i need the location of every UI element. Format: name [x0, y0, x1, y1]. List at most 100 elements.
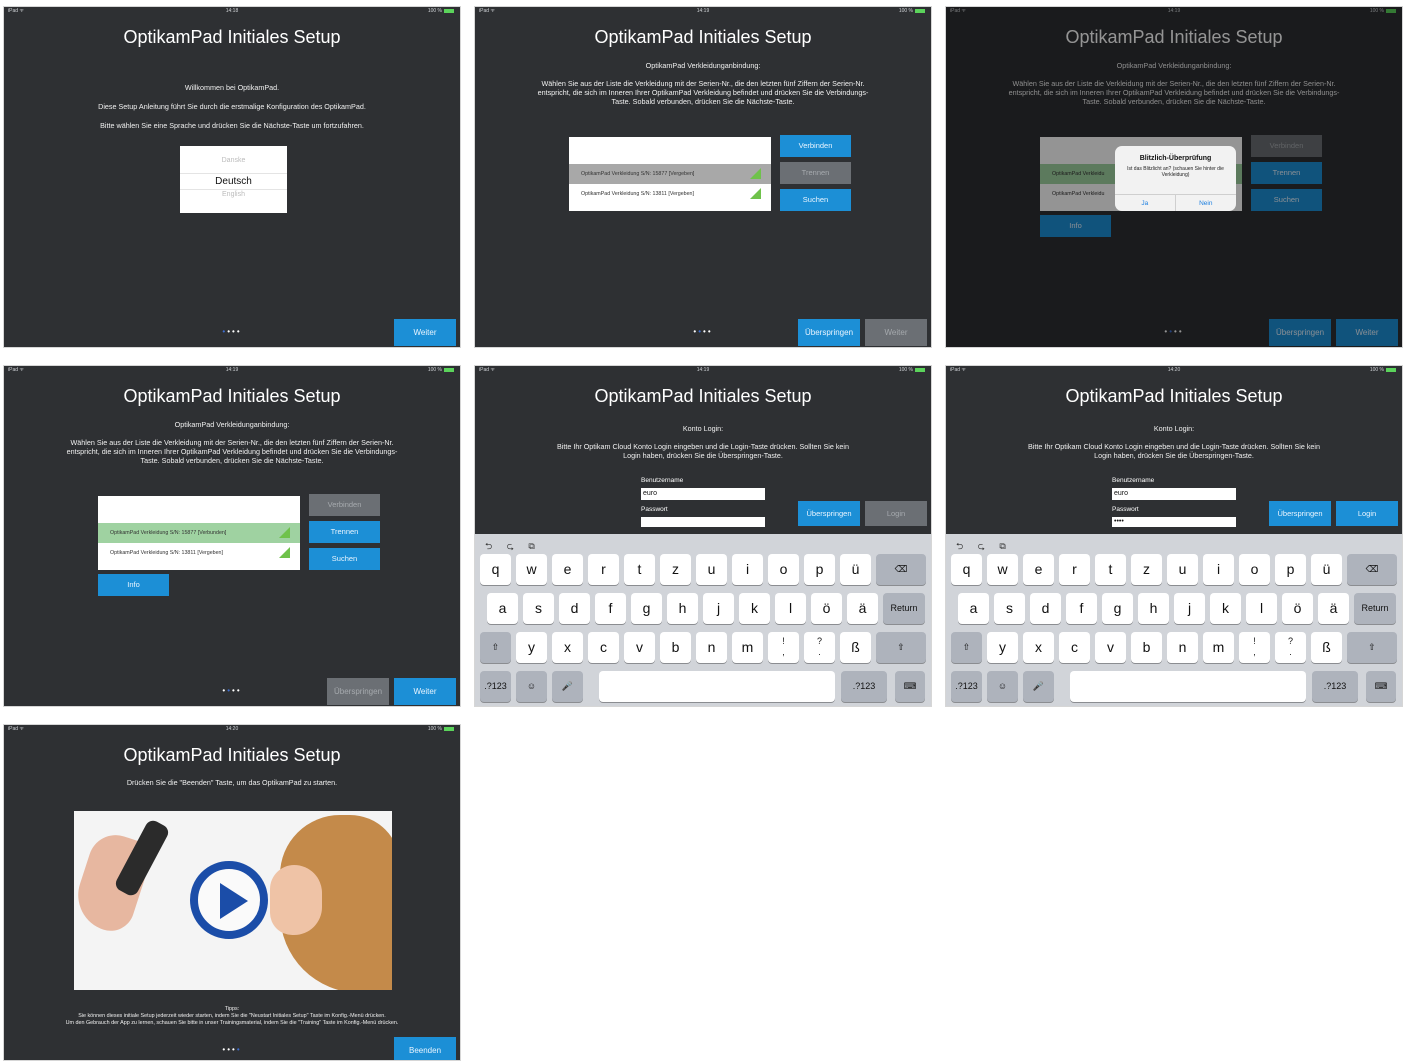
password-field[interactable]: [641, 517, 765, 527]
backspace-key[interactable]: ⌫: [876, 554, 926, 585]
language-option[interactable]: Danske: [180, 157, 287, 164]
login-button[interactable]: Login: [1336, 501, 1398, 526]
key-s[interactable]: s: [994, 593, 1025, 624]
next-button[interactable]: Weiter: [865, 319, 927, 346]
key-ü[interactable]: ü: [840, 554, 871, 585]
key-row3-4[interactable]: b: [660, 632, 691, 663]
key-u[interactable]: u: [696, 554, 727, 585]
connect-button[interactable]: Verbinden: [780, 135, 851, 157]
play-triangle-icon[interactable]: [220, 883, 248, 919]
casing-list[interactable]: OptikamPad Verkleidung S/N: 15877 [Verge…: [569, 137, 771, 211]
return-key[interactable]: Return: [883, 593, 925, 624]
login-button[interactable]: Login: [865, 501, 927, 526]
key-row3-8[interactable]: ? .: [1275, 632, 1306, 663]
key-a[interactable]: a: [958, 593, 989, 624]
numbers-key-left[interactable]: .?123: [480, 671, 511, 702]
language-option-selected[interactable]: Deutsch: [180, 173, 287, 190]
key-row3-0[interactable]: y: [987, 632, 1018, 663]
key-row3-8[interactable]: ? .: [804, 632, 835, 663]
key-t[interactable]: t: [624, 554, 655, 585]
search-button[interactable]: Suchen: [780, 189, 851, 211]
key-u[interactable]: u: [1167, 554, 1198, 585]
key-row3-0[interactable]: y: [516, 632, 547, 663]
key-l[interactable]: l: [775, 593, 806, 624]
space-bar[interactable]: [599, 671, 835, 702]
key-row3-7[interactable]: ! ,: [768, 632, 799, 663]
skip-button[interactable]: Überspringen: [1269, 501, 1331, 526]
key-o[interactable]: o: [1239, 554, 1270, 585]
key-d[interactable]: d: [1030, 593, 1061, 624]
undo-redo-paste-icons[interactable]: ⮌ ⮎ ⧉: [956, 539, 1012, 555]
shift-key-left[interactable]: ⇧: [480, 632, 511, 663]
key-j[interactable]: j: [703, 593, 734, 624]
key-f[interactable]: f: [1066, 593, 1097, 624]
key-row3-2[interactable]: c: [588, 632, 619, 663]
info-button[interactable]: Info: [98, 574, 169, 596]
key-l[interactable]: l: [1246, 593, 1277, 624]
casing-list[interactable]: OptikamPad Verkleidung S/N: 15877 [Verbu…: [98, 496, 300, 570]
key-ä[interactable]: ä: [1318, 593, 1349, 624]
key-row3-1[interactable]: x: [552, 632, 583, 663]
key-d[interactable]: d: [559, 593, 590, 624]
numbers-key-right[interactable]: .?123: [1312, 671, 1358, 702]
key-t[interactable]: t: [1095, 554, 1126, 585]
key-e[interactable]: e: [552, 554, 583, 585]
key-row3-5[interactable]: n: [1167, 632, 1198, 663]
key-e[interactable]: e: [1023, 554, 1054, 585]
key-q[interactable]: q: [951, 554, 982, 585]
username-field[interactable]: euro: [641, 488, 765, 500]
list-item[interactable]: OptikamPad Verkleidung S/N: 13811 [Verge…: [98, 543, 300, 563]
key-row3-3[interactable]: v: [1095, 632, 1126, 663]
next-button[interactable]: Weiter: [394, 678, 456, 705]
hide-keyboard-key[interactable]: ⌨: [895, 671, 925, 702]
key-j[interactable]: j: [1174, 593, 1205, 624]
key-ö[interactable]: ö: [811, 593, 842, 624]
key-row3-4[interactable]: b: [1131, 632, 1162, 663]
list-item[interactable]: OptikamPad Verkleidung S/N: 15877 [Verge…: [569, 164, 771, 184]
training-video[interactable]: [74, 811, 392, 990]
key-i[interactable]: i: [732, 554, 763, 585]
key-ä[interactable]: ä: [847, 593, 878, 624]
key-row3-7[interactable]: ! ,: [1239, 632, 1270, 663]
key-w[interactable]: w: [516, 554, 547, 585]
key-k[interactable]: k: [1210, 593, 1241, 624]
skip-button[interactable]: Überspringen: [798, 319, 860, 346]
emoji-key[interactable]: ☺: [987, 671, 1018, 702]
key-ö[interactable]: ö: [1282, 593, 1313, 624]
space-bar[interactable]: [1070, 671, 1306, 702]
key-row3-9[interactable]: ß: [840, 632, 871, 663]
key-q[interactable]: q: [480, 554, 511, 585]
key-a[interactable]: a: [487, 593, 518, 624]
key-g[interactable]: g: [1102, 593, 1133, 624]
key-f[interactable]: f: [595, 593, 626, 624]
key-row3-3[interactable]: v: [624, 632, 655, 663]
alert-no-button[interactable]: Nein: [1175, 194, 1236, 211]
key-row3-5[interactable]: n: [696, 632, 727, 663]
username-field[interactable]: euro: [1112, 488, 1236, 500]
key-i[interactable]: i: [1203, 554, 1234, 585]
disconnect-button[interactable]: Trennen: [780, 162, 851, 184]
backspace-key[interactable]: ⌫: [1347, 554, 1397, 585]
finish-button[interactable]: Beenden: [394, 1037, 456, 1060]
list-item[interactable]: OptikamPad Verkleidung S/N: 13811 [Verge…: [569, 184, 771, 204]
undo-redo-paste-icons[interactable]: ⮌ ⮎ ⧉: [485, 539, 541, 555]
numbers-key-right[interactable]: .?123: [841, 671, 887, 702]
language-picker[interactable]: Danske Deutsch English: [180, 146, 287, 213]
key-row3-6[interactable]: m: [732, 632, 763, 663]
key-row3-9[interactable]: ß: [1311, 632, 1342, 663]
key-r[interactable]: r: [1059, 554, 1090, 585]
mic-key[interactable]: 🎤: [552, 671, 583, 702]
skip-button[interactable]: Überspringen: [798, 501, 860, 526]
key-h[interactable]: h: [667, 593, 698, 624]
alert-yes-button[interactable]: Ja: [1115, 194, 1176, 211]
key-z[interactable]: z: [1131, 554, 1162, 585]
mic-key[interactable]: 🎤: [1023, 671, 1054, 702]
hide-keyboard-key[interactable]: ⌨: [1366, 671, 1396, 702]
key-p[interactable]: p: [804, 554, 835, 585]
key-o[interactable]: o: [768, 554, 799, 585]
shift-key-left[interactable]: ⇧: [951, 632, 982, 663]
key-p[interactable]: p: [1275, 554, 1306, 585]
skip-button[interactable]: Überspringen: [327, 678, 389, 705]
key-k[interactable]: k: [739, 593, 770, 624]
key-h[interactable]: h: [1138, 593, 1169, 624]
